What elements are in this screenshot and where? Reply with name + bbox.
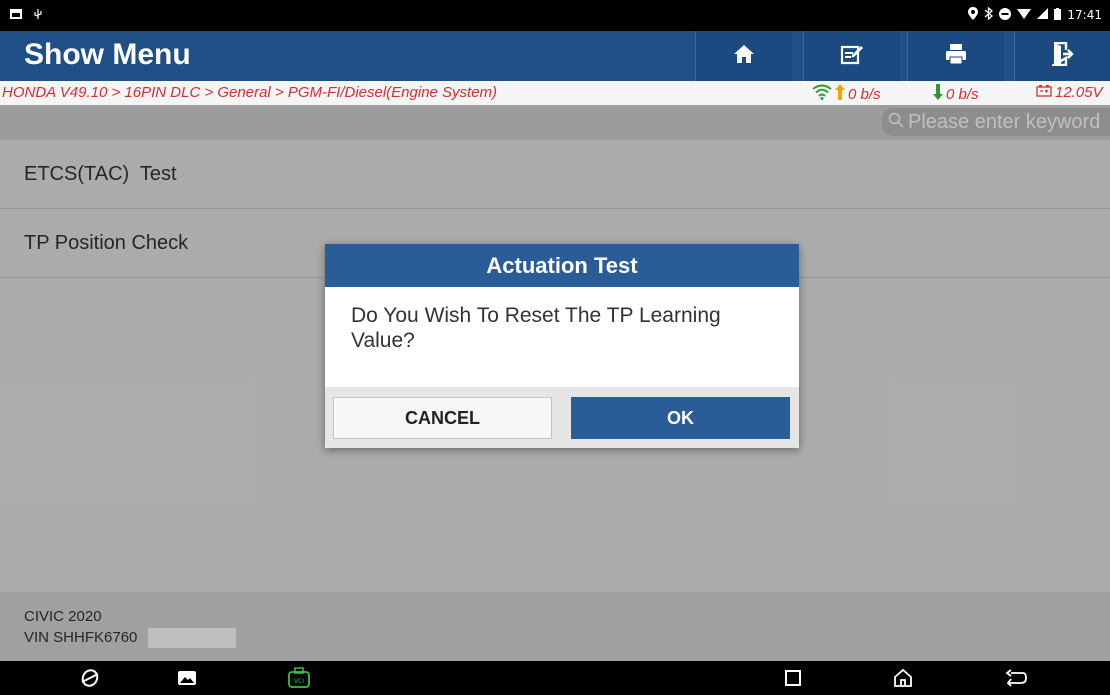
exit-icon [1049, 41, 1074, 71]
download-arrow-icon [933, 84, 943, 104]
gallery-icon[interactable] [174, 666, 200, 690]
status-bar: 17:41 [0, 0, 1110, 31]
download-speed: 0 b/s [946, 85, 979, 103]
car-battery-icon [1036, 84, 1052, 101]
browser-icon[interactable] [77, 666, 103, 690]
recent-apps-icon[interactable] [780, 666, 806, 690]
print-icon [945, 43, 967, 70]
ok-button[interactable]: OK [571, 397, 790, 439]
upload-speed: 0 b/s [848, 85, 881, 103]
home-icon [733, 44, 755, 69]
download-indicator: 0 b/s [933, 84, 979, 104]
do-not-disturb-icon [999, 7, 1012, 23]
wifi-icon [1017, 8, 1032, 22]
upload-indicator: 0 b/s [812, 84, 881, 104]
system-nav-bar: VCI [0, 661, 1110, 695]
edit-button[interactable] [803, 31, 900, 81]
voltage-value: 12.05V [1055, 84, 1103, 101]
wifi-signal-icon [812, 84, 832, 104]
dialog-title: Actuation Test [325, 244, 799, 287]
app-header: Show Menu [0, 31, 1110, 81]
vci-icon[interactable]: VCI [286, 666, 312, 690]
breadcrumb: HONDA V49.10 > 16PIN DLC > General > PGM… [2, 84, 498, 101]
bluetooth-icon [984, 6, 994, 23]
usb-debug-icon [32, 8, 44, 23]
home-button[interactable] [695, 31, 792, 81]
actuation-test-dialog: Actuation Test Do You Wish To Reset The … [325, 244, 799, 448]
battery-icon [1054, 7, 1062, 23]
dialog-actions: CANCEL OK [325, 387, 799, 448]
svg-text:VCI: VCI [294, 678, 304, 685]
breadcrumb-bar: HONDA V49.10 > 16PIN DLC > General > PGM… [0, 81, 1110, 105]
voltage-indicator: 12.05V [1036, 84, 1103, 101]
print-button[interactable] [907, 31, 1004, 81]
exit-button[interactable] [1014, 31, 1110, 81]
edit-icon [840, 43, 864, 70]
upload-arrow-icon [835, 84, 845, 104]
signal-icon [1037, 8, 1049, 22]
dialog-message: Do You Wish To Reset The TP Learning Val… [351, 304, 721, 352]
back-icon[interactable] [1003, 666, 1029, 690]
clock-time: 17:41 [1067, 8, 1102, 22]
cancel-button[interactable]: CANCEL [333, 397, 552, 439]
home-nav-icon[interactable] [890, 666, 916, 690]
image-notification-icon [10, 9, 22, 22]
page-title: Show Menu [24, 38, 191, 71]
location-icon [968, 7, 979, 23]
